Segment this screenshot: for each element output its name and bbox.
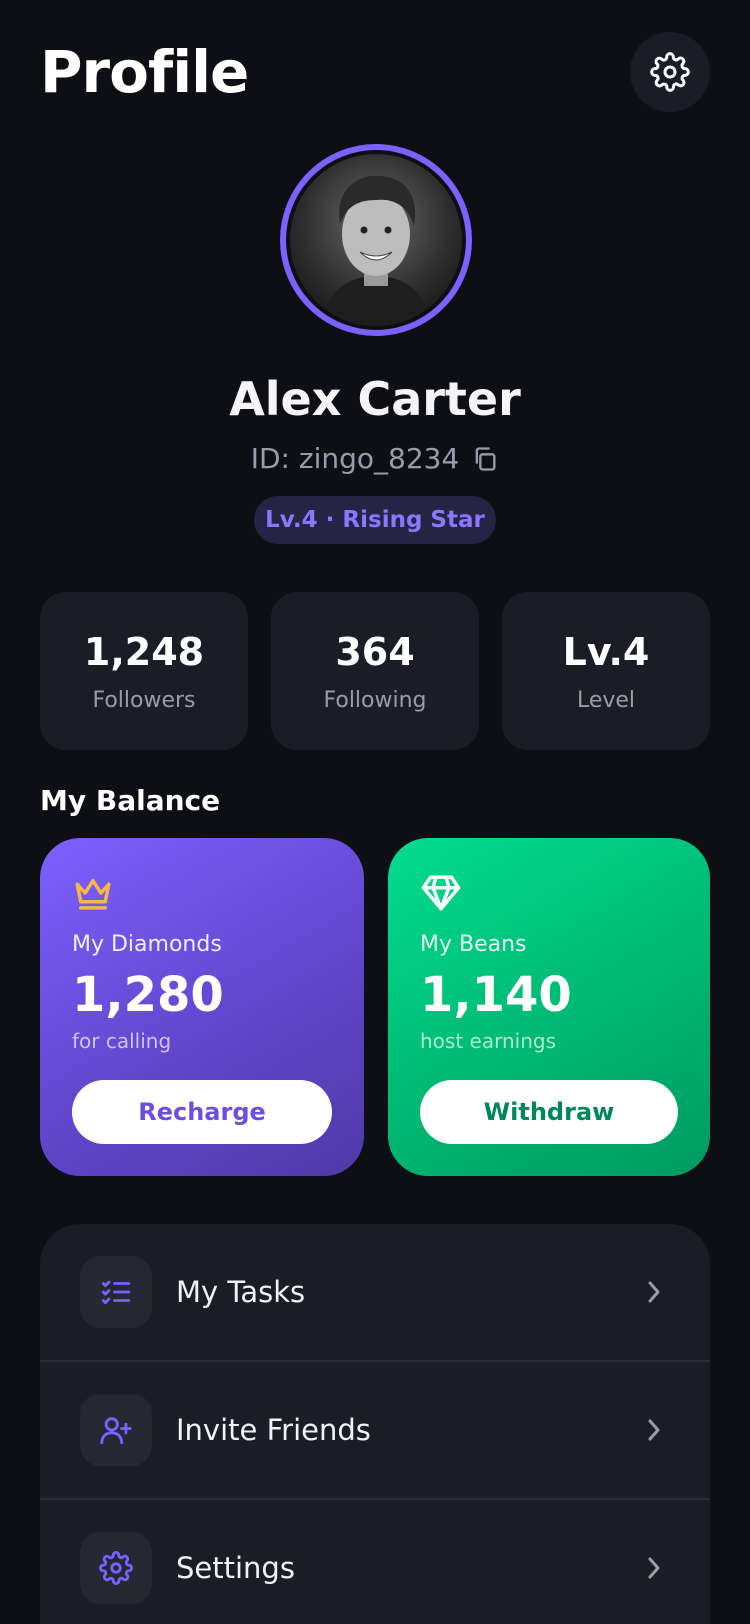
stat-label: Following [323,687,427,713]
copy-icon[interactable] [471,445,499,473]
profile-id: ID: zingo_8234 [250,442,460,475]
recharge-button[interactable]: Recharge [72,1080,332,1144]
diamonds-subtext: for calling [72,1029,172,1053]
profile-name: Alex Carter [229,372,521,426]
stat-value: 364 [335,629,415,674]
stat-following[interactable]: 364 Following [271,592,479,750]
page-title: Profile [40,38,249,106]
gear-icon [650,52,690,92]
avatar [290,154,462,326]
menu-item-settings[interactable]: Settings [40,1500,710,1624]
stat-level[interactable]: Lv.4 Level [502,592,710,750]
avatar-ring[interactable] [280,144,472,336]
menu-item-invite-friends[interactable]: Invite Friends [40,1362,710,1500]
avatar-photo-icon [320,175,432,326]
diamonds-label: My Diamonds [72,932,222,957]
diamonds-value: 1,280 [72,967,224,1023]
beans-subtext: host earnings [420,1029,556,1053]
stat-followers[interactable]: 1,248 Followers [40,592,248,750]
profile-id-row: ID: zingo_8234 [0,442,750,475]
diamonds-card: My Diamonds 1,280 for calling Recharge [40,838,364,1176]
chevron-right-icon [648,1281,660,1303]
stat-label: Followers [92,687,196,713]
stat-value: Lv.4 [562,629,650,674]
beans-card: My Beans 1,140 host earnings Withdraw [388,838,710,1176]
menu-icon-box [80,1394,152,1466]
menu-icon-box [80,1256,152,1328]
menu-icon-box [80,1532,152,1604]
chevron-right-icon [648,1557,660,1579]
add-user-icon [100,1417,132,1445]
gear-icon [99,1551,133,1585]
profile-screen: Profile Alex Carter ID: zingo_8234 Lv.4 … [0,0,750,1624]
menu-list: My Tasks Invite Friends Settings [40,1224,710,1624]
balance-section-title: My Balance [40,784,221,817]
menu-item-label: Invite Friends [176,1413,371,1447]
tasks-icon [101,1280,131,1305]
menu-item-my-tasks[interactable]: My Tasks [40,1224,710,1362]
level-badge: Lv.4 · Rising Star [254,496,496,544]
stat-label: Level [576,687,636,713]
settings-button[interactable] [630,32,710,112]
crown-icon [75,879,111,910]
menu-item-label: My Tasks [176,1275,306,1309]
withdraw-button[interactable]: Withdraw [420,1080,678,1144]
beans-value: 1,140 [420,967,572,1023]
menu-item-label: Settings [176,1551,295,1585]
diamond-icon [421,875,461,911]
stat-value: 1,248 [83,629,205,674]
beans-label: My Beans [420,932,527,957]
chevron-right-icon [648,1419,660,1441]
